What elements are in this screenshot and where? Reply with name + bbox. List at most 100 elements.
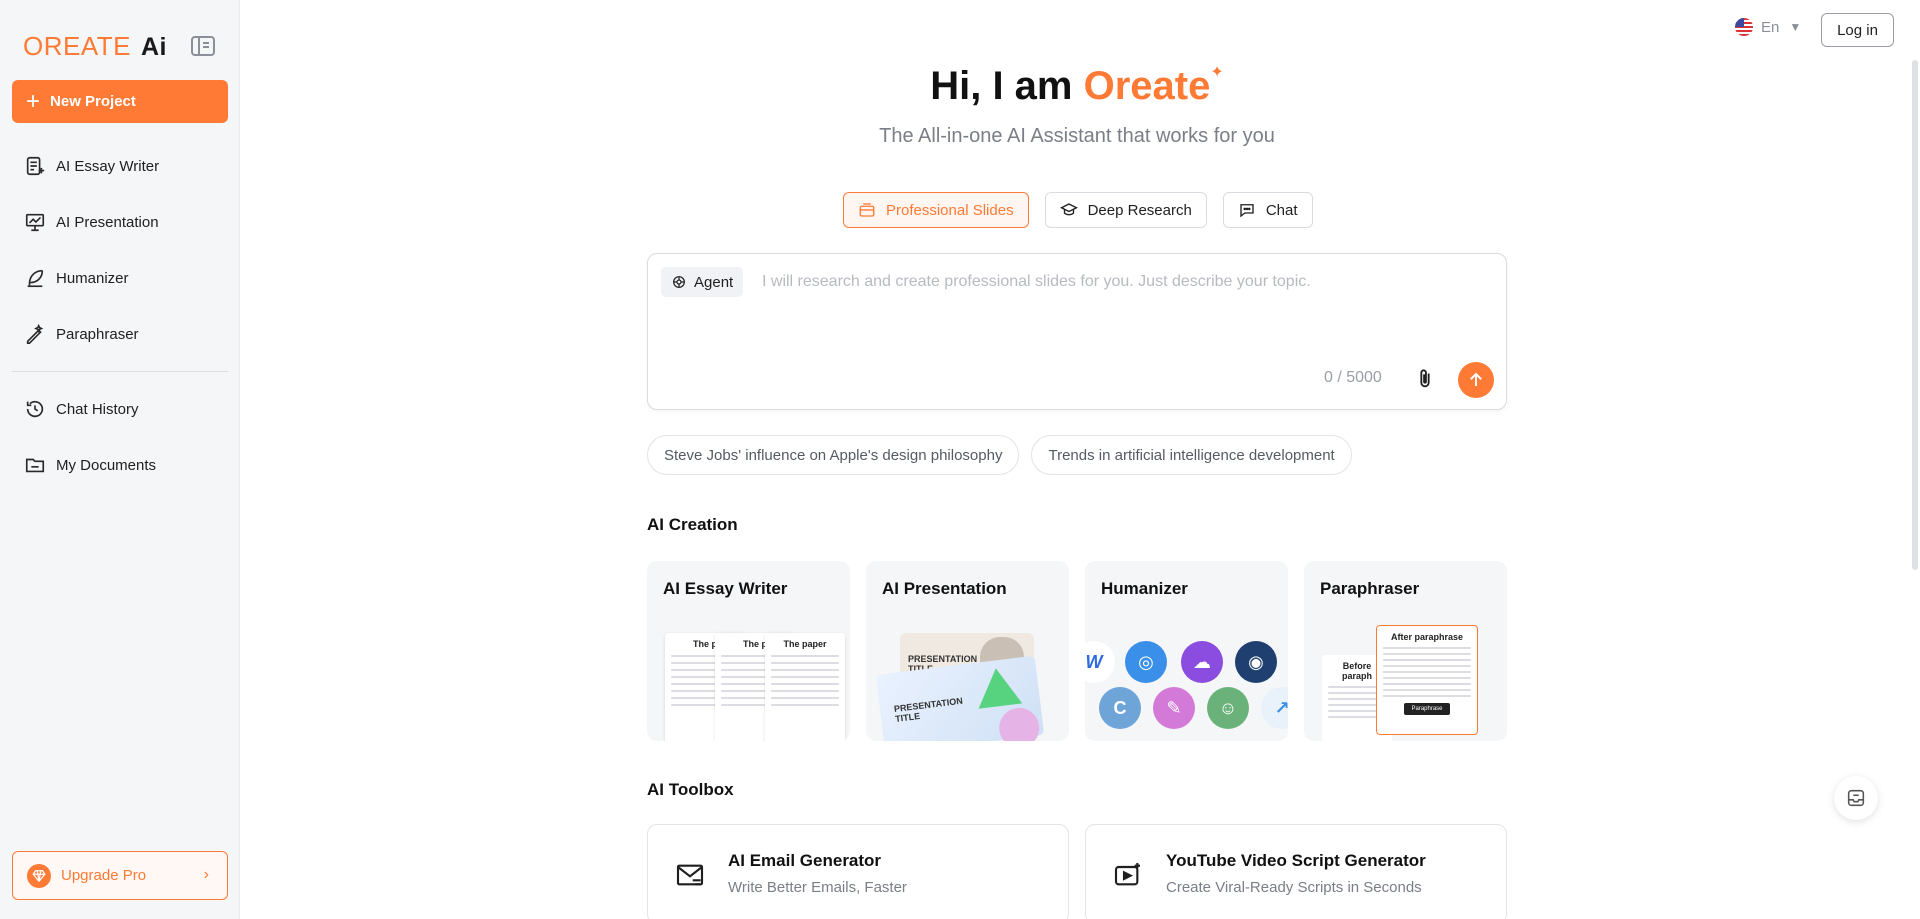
prompt-box: Agent 0 / 5000 — [647, 253, 1507, 410]
chevron-right-icon: › — [203, 866, 209, 883]
sidebar-item-chat-history[interactable]: Chat History — [12, 381, 228, 437]
diamond-icon — [27, 863, 51, 888]
arrow-logo-icon: ↗ — [1261, 687, 1288, 729]
sidebar-nav: AI Essay Writer AI Presentation Humanize… — [12, 138, 228, 493]
logo-row: OREATE Ai — [23, 30, 223, 62]
tab-label: Professional Slides — [886, 201, 1014, 219]
mode-tabs: Professional Slides Deep Research Chat — [843, 192, 1313, 228]
app-root: OREATE Ai + New Project AI Essay Writer … — [0, 0, 1920, 919]
arrow-up-icon — [1470, 372, 1482, 386]
slides-icon — [859, 203, 875, 217]
tab-label: Deep Research — [1087, 201, 1192, 219]
chat-bubble-icon — [1240, 204, 1254, 218]
tool-description: Create Viral-Ready Scripts in Seconds — [1166, 879, 1422, 896]
plus-icon: + — [26, 87, 41, 115]
tab-deep-research[interactable]: Deep Research — [1044, 192, 1207, 228]
hero: Hi, I am Oreate✦ The All-in-one AI Assis… — [647, 64, 1507, 148]
agent-label: Agent — [694, 273, 734, 291]
character-counter: 0 / 5000 — [1324, 369, 1382, 386]
history-icon — [24, 398, 46, 420]
w-logo-icon: W — [1085, 641, 1115, 683]
folder-icon — [24, 454, 46, 476]
robot-logo-icon: ☺ — [1207, 687, 1249, 729]
ai-creation-cards: AI Essay Writer The p The p The paper AI… — [647, 561, 1507, 741]
sidebar: OREATE Ai + New Project AI Essay Writer … — [0, 0, 240, 919]
caret-down-icon: ▼ — [1789, 20, 1802, 34]
scrollbar-thumb[interactable] — [1912, 60, 1918, 570]
sidebar-divider — [12, 371, 228, 372]
suggestion-chip[interactable]: Trends in artificial intelligence develo… — [1031, 435, 1352, 475]
upgrade-pro-button[interactable]: Upgrade Pro › — [12, 851, 228, 900]
sidebar-item-label: Paraphraser — [56, 325, 139, 343]
graduation-cap-icon — [1059, 203, 1078, 216]
hero-title: Hi, I am Oreate✦ — [647, 64, 1507, 109]
sparkle-icon: ✦ — [1210, 64, 1224, 81]
card-ai-presentation[interactable]: AI Presentation PRESENTATION TITLE PRESE… — [866, 561, 1069, 741]
card-title: AI Essay Writer — [663, 579, 788, 598]
fingerprint-logo-icon: ◉ — [1235, 641, 1277, 683]
hero-title-prefix: Hi, I am — [930, 64, 1084, 108]
tool-youtube-script-generator[interactable]: YouTube Video Script Generator Create Vi… — [1085, 824, 1507, 919]
tool-name: AI Email Generator — [728, 851, 882, 870]
sidebar-item-my-documents[interactable]: My Documents — [12, 437, 228, 493]
sidebar-item-label: Humanizer — [56, 269, 129, 287]
sidebar-item-ai-essay-writer[interactable]: AI Essay Writer — [12, 138, 228, 194]
language-selector[interactable]: En ▼ — [1735, 18, 1801, 36]
hero-title-brand: Oreate — [1083, 64, 1211, 108]
card-paraphraser[interactable]: Paraphraser Before paraph After paraphra… — [1304, 561, 1507, 741]
c-logo-icon: C — [1099, 687, 1141, 729]
sidebar-item-label: AI Presentation — [56, 213, 159, 231]
tab-professional-slides[interactable]: Professional Slides — [843, 192, 1029, 228]
ai-toolbox-heading: AI Toolbox — [647, 780, 734, 799]
magic-pen-icon — [24, 323, 46, 345]
logo-text: OREATE — [23, 30, 131, 61]
tool-description: Write Better Emails, Faster — [728, 879, 907, 896]
new-project-button[interactable]: + New Project — [12, 80, 228, 123]
swirl-logo-icon: ◎ — [1125, 641, 1167, 683]
ai-toolbox-list: AI Email Generator Write Better Emails, … — [647, 824, 1507, 919]
new-project-label: New Project — [50, 93, 136, 110]
triangle-shape — [973, 665, 1023, 709]
tool-name: YouTube Video Script Generator — [1166, 851, 1426, 870]
card-title: Paraphraser — [1320, 579, 1420, 598]
tab-chat[interactable]: Chat — [1222, 192, 1313, 228]
sidebar-item-label: My Documents — [56, 456, 157, 474]
brain-logo-icon: ☁ — [1181, 641, 1223, 683]
us-flag-icon — [1735, 18, 1753, 36]
feedback-button[interactable] — [1834, 776, 1878, 820]
card-title: Humanizer — [1101, 579, 1188, 598]
hero-subtitle: The All-in-one AI Assistant that works f… — [879, 125, 1275, 147]
inbox-icon — [1847, 789, 1865, 807]
essay-paper-preview: The paper — [765, 633, 845, 741]
circle-shape — [996, 705, 1042, 741]
suggestion-chip[interactable]: Steve Jobs' influence on Apple's design … — [647, 435, 1020, 475]
sidebar-item-label: AI Essay Writer — [56, 157, 160, 175]
agent-badge[interactable]: Agent — [661, 267, 744, 297]
agent-icon — [673, 276, 685, 288]
paraphrase-mini-button: Paraphrase — [1404, 703, 1450, 715]
after-label: After paraphrase — [1390, 632, 1464, 642]
tool-ai-email-generator[interactable]: AI Email Generator Write Better Emails, … — [647, 824, 1069, 919]
prompt-input[interactable] — [762, 270, 1482, 294]
sidebar-item-humanizer[interactable]: Humanizer — [12, 250, 228, 306]
suggestion-chips: Steve Jobs' influence on Apple's design … — [647, 435, 1352, 475]
email-icon — [676, 864, 704, 886]
paperclip-icon[interactable] — [1414, 366, 1436, 392]
send-button[interactable] — [1458, 362, 1494, 398]
card-humanizer[interactable]: Humanizer W ◎ ☁ ◉ C ✎ ☺ ↗ — [1085, 561, 1288, 741]
sidebar-collapse-icon[interactable] — [191, 36, 215, 56]
tab-label: Chat — [1265, 201, 1298, 219]
card-ai-essay-writer[interactable]: AI Essay Writer The p The p The paper — [647, 561, 850, 741]
presentation-icon — [24, 211, 46, 233]
logo-ai-text: Ai — [140, 32, 167, 61]
card-title: AI Presentation — [882, 579, 1007, 598]
sidebar-item-ai-presentation[interactable]: AI Presentation — [12, 194, 228, 250]
upgrade-label: Upgrade Pro — [61, 867, 147, 884]
brand-logo[interactable]: OREATE Ai — [23, 31, 167, 62]
video-play-icon — [1114, 863, 1140, 886]
slide-title: PRESENTATION TITLE — [893, 695, 964, 724]
ai-creation-heading: AI Creation — [647, 515, 738, 534]
sidebar-item-paraphraser[interactable]: Paraphraser — [12, 306, 228, 362]
paper-title: The paper — [783, 639, 827, 649]
login-button[interactable]: Log in — [1821, 13, 1894, 47]
